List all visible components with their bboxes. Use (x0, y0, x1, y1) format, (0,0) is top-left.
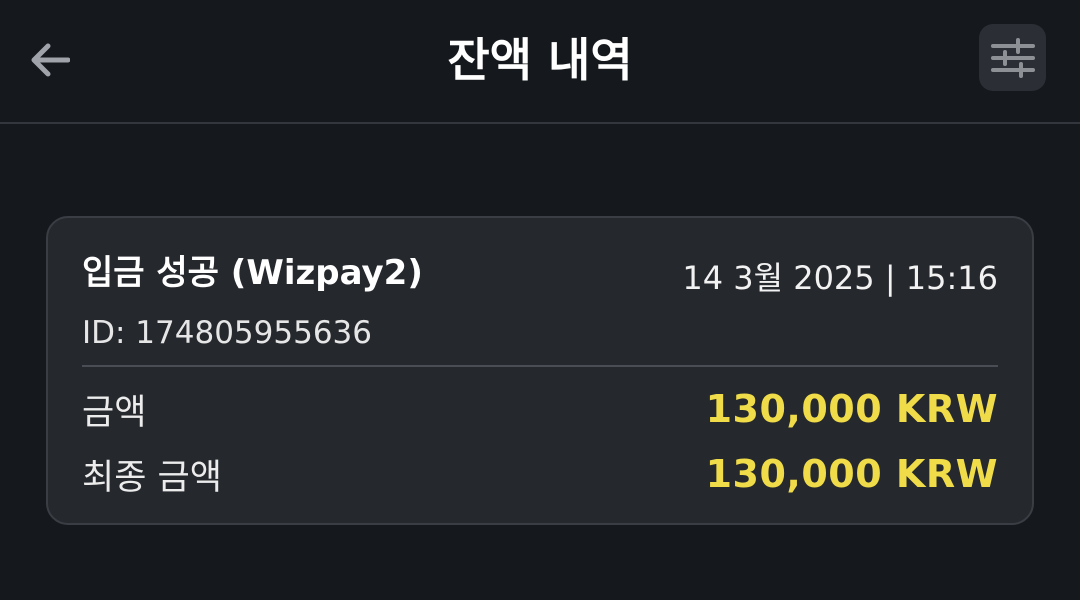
amount-label: 금액 (82, 392, 147, 433)
header-bar: 잔액 내역 (0, 0, 1080, 124)
filter-button[interactable] (979, 24, 1046, 91)
transaction-title: 입금 성공 (Wizpay2) (82, 253, 423, 293)
amount-value: 130,000 KRW (705, 387, 998, 431)
amount-row: 금액 130,000 KRW (82, 385, 998, 433)
final-amount-label: 최종 금액 (82, 457, 222, 498)
final-amount-row: 최종 금액 130,000 KRW (82, 450, 998, 498)
divider (82, 365, 998, 367)
sliders-icon (990, 37, 1035, 78)
final-amount-value: 130,000 KRW (705, 452, 998, 496)
transaction-card[interactable]: 입금 성공 (Wizpay2) 14 3월 2025 | 15:16 ID: 1… (46, 216, 1034, 525)
balance-history-screen: 잔액 내역 입금 성공 (Wizpay2) 14 3월 2025 | 15:16… (0, 0, 1080, 600)
transaction-id: ID: 174805955636 (82, 315, 372, 351)
page-title: 잔액 내역 (447, 33, 633, 87)
transaction-datetime: 14 3월 2025 | 15:16 (682, 259, 998, 297)
